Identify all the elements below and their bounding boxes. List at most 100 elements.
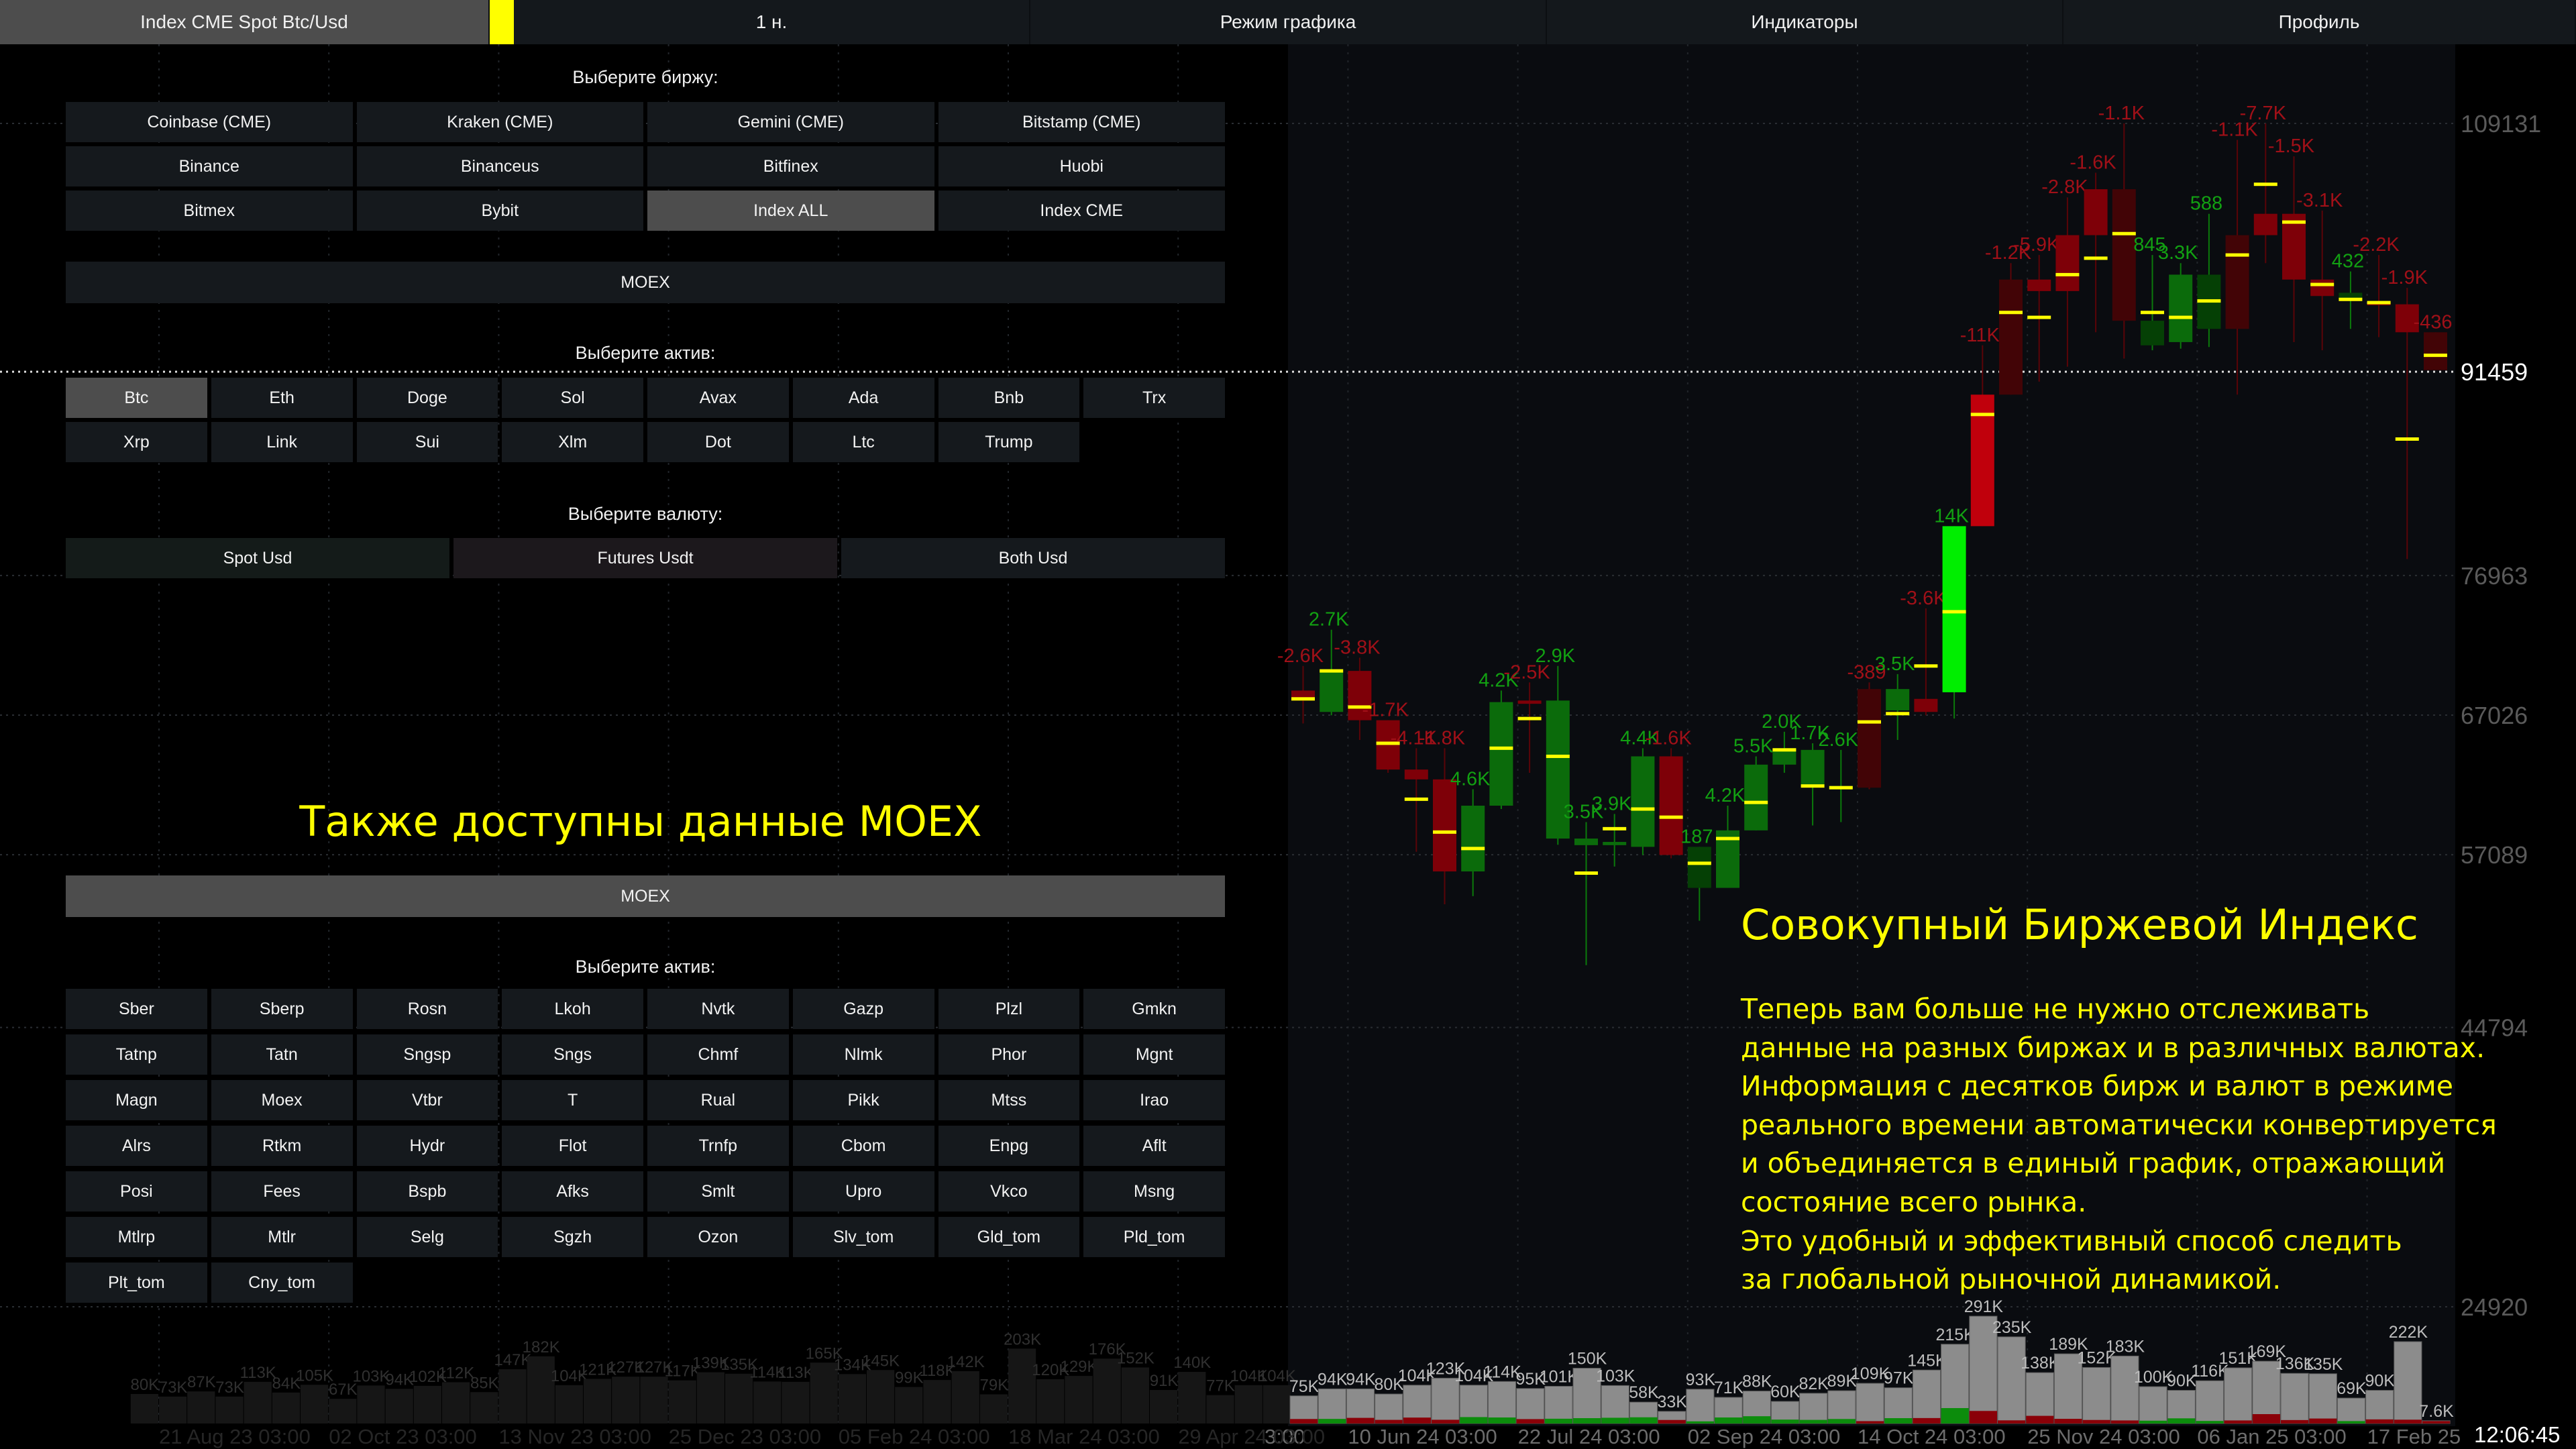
moex-asset-button-bspb[interactable]: Bspb bbox=[356, 1171, 498, 1212]
moex-asset-button-alrs[interactable]: Alrs bbox=[66, 1126, 207, 1166]
moex-asset-button-rtkm[interactable]: Rtkm bbox=[211, 1126, 353, 1166]
moex-asset-button-aflt[interactable]: Aflt bbox=[1083, 1126, 1225, 1166]
moex-asset-button-irao[interactable]: Irao bbox=[1083, 1080, 1225, 1120]
moex-asset-button-phor[interactable]: Phor bbox=[938, 1034, 1080, 1075]
asset-button-doge[interactable]: Doge bbox=[356, 378, 498, 418]
moex-asset-button-smlt[interactable]: Smlt bbox=[647, 1171, 789, 1212]
exchange-button-kraken-cme[interactable]: Kraken (CME) bbox=[356, 102, 643, 142]
volume-delta-bar bbox=[1998, 1420, 2026, 1424]
moex-asset-button-rosn[interactable]: Rosn bbox=[356, 989, 498, 1029]
asset-button-dot[interactable]: Dot bbox=[647, 422, 789, 462]
moex-asset-button-moex[interactable]: Moex bbox=[211, 1080, 353, 1120]
asset-button-avax[interactable]: Avax bbox=[647, 378, 789, 418]
moex-asset-button-posi[interactable]: Posi bbox=[66, 1171, 207, 1212]
asset-button-trx[interactable]: Trx bbox=[1083, 378, 1225, 418]
moex-asset-button-cbom[interactable]: Cbom bbox=[792, 1126, 934, 1166]
moex-asset-button-slv-tom[interactable]: Slv_tom bbox=[792, 1217, 934, 1257]
asset-button-link[interactable]: Link bbox=[211, 422, 353, 462]
volume-label: 183K bbox=[2106, 1337, 2145, 1356]
moex-asset-button-sgzh[interactable]: Sgzh bbox=[502, 1217, 643, 1257]
moex-asset-button-vtbr[interactable]: Vtbr bbox=[356, 1080, 498, 1120]
currency-button-both-usd[interactable]: Both Usd bbox=[841, 538, 1225, 578]
exchange-button-bitstamp-cme[interactable]: Bitstamp (CME) bbox=[938, 102, 1225, 142]
exchange-button-binance[interactable]: Binance bbox=[66, 146, 353, 186]
exchange-button-index-all[interactable]: Index ALL bbox=[647, 191, 934, 231]
moex-asset-button-nvtk[interactable]: Nvtk bbox=[647, 989, 789, 1029]
moex-asset-button-sberp[interactable]: Sberp bbox=[211, 989, 353, 1029]
volume-delta-bar bbox=[1544, 1418, 1572, 1424]
exchange-button-bitfinex[interactable]: Bitfinex bbox=[647, 146, 934, 186]
moex-asset-button-plzl[interactable]: Plzl bbox=[938, 989, 1080, 1029]
asset-button-xlm[interactable]: Xlm bbox=[502, 422, 643, 462]
asset-button-sui[interactable]: Sui bbox=[356, 422, 498, 462]
moex-promo-text: Также доступны данные MOEX bbox=[299, 797, 982, 846]
candle-body bbox=[1801, 749, 1825, 786]
moex-asset-button-msng[interactable]: Msng bbox=[1083, 1171, 1225, 1212]
moex-asset-button-rual[interactable]: Rual bbox=[647, 1080, 789, 1120]
moex-asset-button-mtss[interactable]: Mtss bbox=[938, 1080, 1080, 1120]
moex-asset-button-enpg[interactable]: Enpg bbox=[938, 1126, 1080, 1166]
moex-asset-button-tatnp[interactable]: Tatnp bbox=[66, 1034, 207, 1075]
currency-button-futures-usdt[interactable]: Futures Usdt bbox=[453, 538, 837, 578]
candle-body bbox=[1659, 756, 1683, 855]
moex-asset-button-ozon[interactable]: Ozon bbox=[647, 1217, 789, 1257]
asset-button-trump[interactable]: Trump bbox=[938, 422, 1080, 462]
moex-asset-button-pikk[interactable]: Pikk bbox=[792, 1080, 934, 1120]
moex-asset-button-fees[interactable]: Fees bbox=[211, 1171, 353, 1212]
currency-button-spot-usd[interactable]: Spot Usd bbox=[66, 538, 449, 578]
exchange-button-huobi[interactable]: Huobi bbox=[938, 146, 1225, 186]
moex-asset-button-gazp[interactable]: Gazp bbox=[792, 989, 934, 1029]
moex-asset-button-trnfp[interactable]: Trnfp bbox=[647, 1126, 789, 1166]
moex-asset-button-vkco[interactable]: Vkco bbox=[938, 1171, 1080, 1212]
asset-button-ltc[interactable]: Ltc bbox=[792, 422, 934, 462]
moex-selected-button[interactable]: MOEX bbox=[66, 875, 1225, 917]
faded-time-label: 21 Aug 23 03:00 bbox=[159, 1425, 311, 1448]
moex-asset-button-sngs[interactable]: Sngs bbox=[502, 1034, 643, 1075]
moex-asset-button-nlmk[interactable]: Nlmk bbox=[792, 1034, 934, 1075]
moex-asset-button-pld-tom[interactable]: Pld_tom bbox=[1083, 1217, 1225, 1257]
moex-asset-button-magn[interactable]: Magn bbox=[66, 1080, 207, 1120]
moex-asset-button-mtlrp[interactable]: Mtlrp bbox=[66, 1217, 207, 1257]
moex-asset-button-t[interactable]: T bbox=[502, 1080, 643, 1120]
moex-asset-button-upro[interactable]: Upro bbox=[792, 1171, 934, 1212]
moex-asset-button-gld-tom[interactable]: Gld_tom bbox=[938, 1217, 1080, 1257]
exchange-button-bybit[interactable]: Bybit bbox=[356, 191, 643, 231]
poc-marker bbox=[2395, 437, 2419, 441]
moex-asset-button-afks[interactable]: Afks bbox=[502, 1171, 643, 1212]
exchange-button-gemini-cme[interactable]: Gemini (CME) bbox=[647, 102, 934, 142]
moex-asset-button-sber[interactable]: Sber bbox=[66, 989, 207, 1029]
moex-asset-button-mgnt[interactable]: Mgnt bbox=[1083, 1034, 1225, 1075]
exchange-button-index-cme[interactable]: Index CME bbox=[938, 191, 1225, 231]
volume-delta-bar bbox=[1346, 1417, 1375, 1424]
asset-button-btc[interactable]: Btc bbox=[66, 378, 207, 418]
moex-asset-button-chmf[interactable]: Chmf bbox=[647, 1034, 789, 1075]
asset-button-sol[interactable]: Sol bbox=[502, 378, 643, 418]
description-line: Это удобный и эффективный способ следить bbox=[1741, 1224, 2402, 1257]
asset-button-eth[interactable]: Eth bbox=[211, 378, 353, 418]
faded-time-label: 29 Apr 24 03:00 bbox=[1178, 1425, 1325, 1448]
moex-asset-button-mtlr[interactable]: Mtlr bbox=[211, 1217, 353, 1257]
price-axis-label: 76963 bbox=[2461, 562, 2528, 590]
moex-asset-button-selg[interactable]: Selg bbox=[356, 1217, 498, 1257]
moex-asset-button-sngsp[interactable]: Sngsp bbox=[356, 1034, 498, 1075]
moex-asset-button-tatn[interactable]: Tatn bbox=[211, 1034, 353, 1075]
asset-button-xrp[interactable]: Xrp bbox=[66, 422, 207, 462]
delta-label: 14K bbox=[1934, 505, 1969, 527]
asset-button-ada[interactable]: Ada bbox=[792, 378, 934, 418]
asset-button-bnb[interactable]: Bnb bbox=[938, 378, 1080, 418]
moex-button[interactable]: MOEX bbox=[66, 262, 1225, 303]
moex-asset-button-plt-tom[interactable]: Plt_tom bbox=[66, 1263, 207, 1303]
moex-asset-button-gmkn[interactable]: Gmkn bbox=[1083, 989, 1225, 1029]
volume-delta-bar bbox=[1941, 1408, 1969, 1424]
moex-asset-button-flot[interactable]: Flot bbox=[502, 1126, 643, 1166]
moex-asset-button-cny-tom[interactable]: Cny_tom bbox=[211, 1263, 353, 1303]
delta-label: -1.6K bbox=[2070, 152, 2116, 174]
moex-asset-button-lkoh[interactable]: Lkoh bbox=[502, 989, 643, 1029]
exchange-button-coinbase-cme[interactable]: Coinbase (CME) bbox=[66, 102, 353, 142]
volume-label: 235K bbox=[1992, 1318, 2032, 1337]
exchange-button-binanceus[interactable]: Binanceus bbox=[356, 146, 643, 186]
moex-asset-button-hydr[interactable]: Hydr bbox=[356, 1126, 498, 1166]
faded-volume-label: 203K bbox=[1004, 1330, 1041, 1348]
exchange-button-bitmex[interactable]: Bitmex bbox=[66, 191, 353, 231]
volume-delta-bar bbox=[1318, 1419, 1346, 1424]
